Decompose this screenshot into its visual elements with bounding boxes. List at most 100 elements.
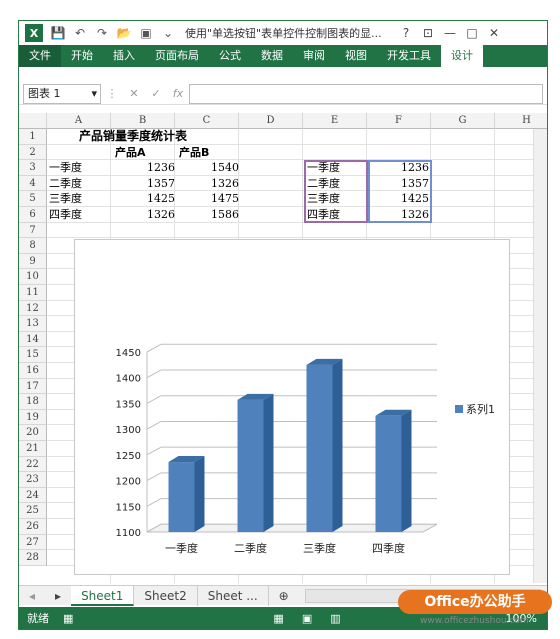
cell-e3[interactable]: 一季度 (307, 160, 340, 176)
row-header-25[interactable]: 25 (19, 503, 47, 519)
row-header-2[interactable]: 2 (19, 144, 47, 161)
cell-e4[interactable]: 二季度 (307, 176, 340, 192)
row-header-27[interactable]: 27 (19, 534, 47, 551)
legend[interactable]: 系列1 (455, 401, 495, 417)
scroll-left-icon[interactable]: ◂ (19, 586, 45, 606)
name-box-dropdown-icon[interactable]: ▾ (91, 85, 97, 103)
tab-sheet1[interactable]: Sheet1 (71, 585, 135, 606)
bar-chart[interactable]: 1100 1150 1200 1250 1300 1350 1400 1450 一季度 二季度 三季… (75, 240, 509, 574)
vertical-scrollbar[interactable] (533, 129, 547, 583)
tab-view[interactable]: 视图 (335, 45, 377, 67)
row-header-20[interactable]: 20 (19, 425, 47, 441)
redo-icon[interactable]: ↷ (91, 22, 113, 44)
column-header-e[interactable]: E (303, 113, 367, 129)
normal-view-icon[interactable]: ▦ (273, 612, 283, 625)
page-layout-view-icon[interactable]: ▣ (302, 612, 312, 625)
tab-design[interactable]: 设计 (441, 45, 483, 67)
cell-e5[interactable]: 三季度 (307, 191, 340, 207)
row-header-24[interactable]: 24 (19, 487, 47, 504)
cell-a5[interactable]: 三季度 (49, 191, 82, 207)
save-icon[interactable]: 💾 (47, 22, 69, 44)
tab-review[interactable]: 审阅 (293, 45, 335, 67)
tab-developer[interactable]: 开发工具 (377, 45, 441, 67)
macro-record-icon[interactable]: ▦ (63, 612, 73, 625)
chart-area[interactable]: 1100 1150 1200 1250 1300 1350 1400 1450 一季度 二季度 三季… (74, 239, 510, 575)
name-box[interactable]: 图表 1 ▾ (23, 83, 101, 104)
open-folder-icon[interactable]: 📂 (113, 22, 135, 44)
cell-e6[interactable]: 四季度 (307, 207, 340, 223)
row-header-28[interactable]: 28 (19, 550, 47, 566)
maximize-button[interactable]: □ (461, 26, 483, 40)
row-header-23[interactable]: 23 (19, 472, 47, 488)
column-header-f[interactable]: F (367, 113, 431, 129)
sheet-title[interactable]: 产品销量季度统计表 (79, 129, 187, 145)
tab-file[interactable]: 文件 (19, 45, 61, 67)
tab-insert[interactable]: 插入 (103, 45, 145, 67)
row-header-1[interactable]: 1 (19, 129, 47, 145)
row-header-4[interactable]: 4 (19, 175, 47, 192)
enter-icon[interactable]: ✓ (145, 87, 167, 100)
row-header-8[interactable]: 8 (19, 238, 47, 254)
row-header-19[interactable]: 19 (19, 409, 47, 426)
cell-f6[interactable]: 1326 (368, 207, 432, 223)
row-header-3[interactable]: 3 (19, 160, 47, 176)
cancel-icon[interactable]: ✕ (123, 87, 145, 100)
row-header-5[interactable]: 5 (19, 191, 47, 207)
help-button[interactable]: ? (395, 26, 417, 40)
column-header-c[interactable]: C (175, 113, 239, 129)
row-header-18[interactable]: 18 (19, 394, 47, 410)
cell-f3[interactable]: 1236 (368, 160, 432, 176)
tab-page-layout[interactable]: 页面布局 (145, 45, 209, 67)
row-header-14[interactable]: 14 (19, 331, 47, 348)
cell-a4[interactable]: 二季度 (49, 176, 82, 192)
column-header-g[interactable]: G (431, 113, 495, 129)
cell-b3[interactable]: 1236 (114, 160, 178, 176)
tab-sheet2[interactable]: Sheet2 (134, 585, 198, 606)
insert-function-button[interactable]: fx (167, 87, 189, 100)
select-all-corner[interactable] (19, 113, 47, 129)
cell-f4[interactable]: 1357 (368, 176, 432, 192)
undo-icon[interactable]: ↶ (69, 22, 91, 44)
column-header-b[interactable]: B (111, 113, 175, 129)
header-product-a[interactable]: 产品A (115, 145, 146, 161)
row-header-17[interactable]: 17 (19, 378, 47, 395)
row-header-26[interactable]: 26 (19, 519, 47, 535)
cell-b6[interactable]: 1326 (114, 207, 178, 223)
scroll-right-icon[interactable]: ▸ (45, 586, 71, 606)
cell-c5[interactable]: 1475 (178, 191, 242, 207)
row-header-16[interactable]: 16 (19, 363, 47, 379)
print-preview-icon[interactable]: ▣ (135, 22, 157, 44)
row-header-12[interactable]: 12 (19, 300, 47, 317)
qat-customize-icon[interactable]: ⌄ (157, 22, 179, 44)
more-icon[interactable]: ⋮ (101, 87, 123, 100)
close-button[interactable]: ✕ (483, 26, 505, 40)
row-header-11[interactable]: 11 (19, 285, 47, 301)
tab-home[interactable]: 开始 (61, 45, 103, 67)
ribbon-display-button[interactable]: ⊡ (417, 26, 439, 40)
cell-a3[interactable]: 一季度 (49, 160, 82, 176)
tab-data[interactable]: 数据 (251, 45, 293, 67)
page-break-view-icon[interactable]: ▥ (330, 612, 340, 625)
cell-c3[interactable]: 1540 (178, 160, 242, 176)
cell-b4[interactable]: 1357 (114, 176, 178, 192)
row-header-6[interactable]: 6 (19, 207, 47, 223)
add-sheet-icon[interactable]: ⊕ (269, 586, 299, 606)
column-header-a[interactable]: A (47, 113, 111, 129)
minimize-button[interactable]: — (439, 26, 461, 40)
row-header-21[interactable]: 21 (19, 441, 47, 457)
cell-f5[interactable]: 1425 (368, 191, 432, 207)
row-header-9[interactable]: 9 (19, 253, 47, 270)
row-header-13[interactable]: 13 (19, 316, 47, 332)
column-header-d[interactable]: D (239, 113, 303, 129)
header-product-b[interactable]: 产品B (179, 145, 209, 161)
formula-input[interactable] (189, 83, 543, 104)
cell-a6[interactable]: 四季度 (49, 207, 82, 223)
cell-c4[interactable]: 1326 (178, 176, 242, 192)
row-header-22[interactable]: 22 (19, 456, 47, 473)
row-header-15[interactable]: 15 (19, 347, 47, 363)
tab-sheet3[interactable]: Sheet ... (198, 585, 269, 606)
column-header-h[interactable]: H (495, 113, 547, 129)
cell-b5[interactable]: 1425 (114, 191, 178, 207)
row-header-7[interactable]: 7 (19, 222, 47, 239)
row-header-10[interactable]: 10 (19, 269, 47, 285)
